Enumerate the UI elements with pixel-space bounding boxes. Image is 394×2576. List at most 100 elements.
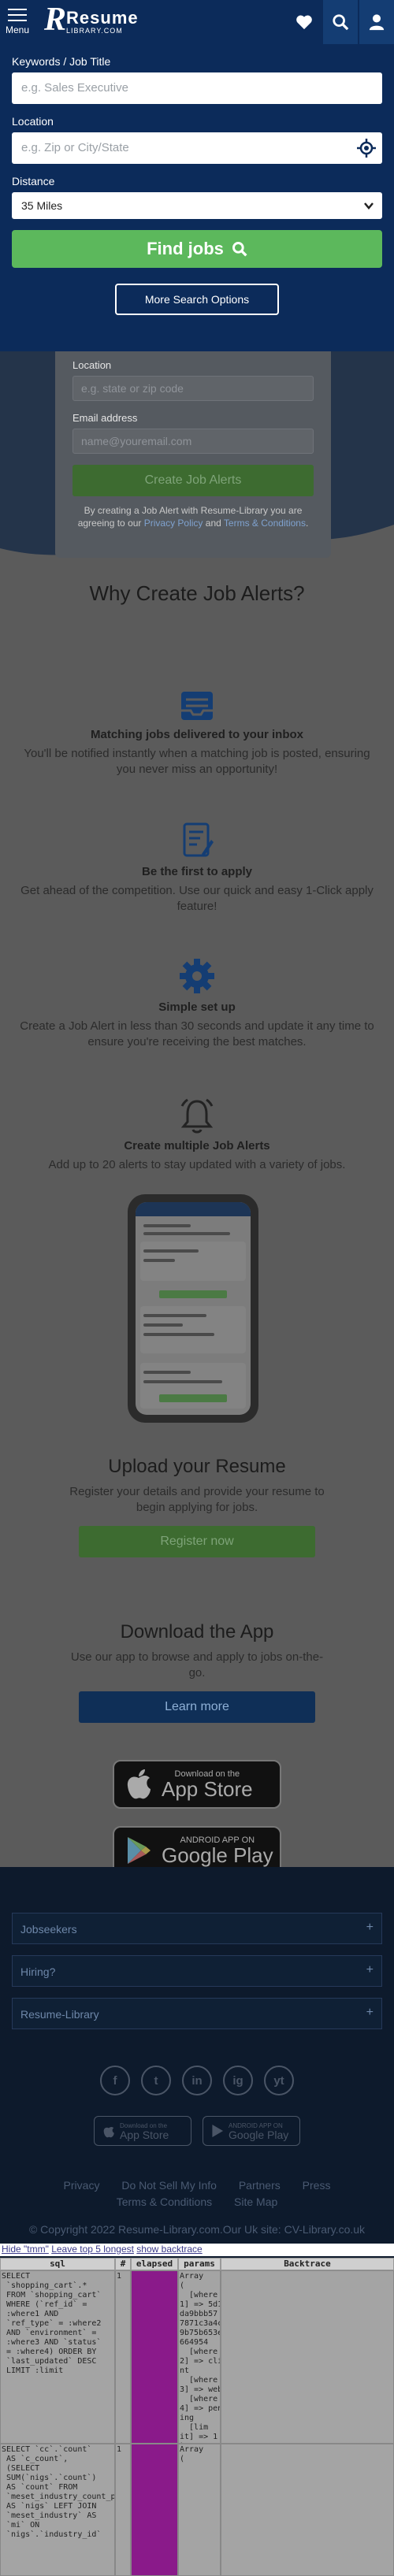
job-search-panel: Keywords / Job Title e.g. Sales Executiv… <box>0 44 394 351</box>
accordion-label: Hiring? <box>20 1965 56 1978</box>
row1-params: Array ( [where 1] => 5d1 da9bbb57 7871c3… <box>178 2270 221 2444</box>
accordion-label: Jobseekers <box>20 1923 77 1936</box>
row1-count: 1 <box>115 2270 131 2444</box>
social-links: f t in ig yt <box>0 2066 394 2095</box>
apple-icon <box>127 1769 151 1799</box>
bell-icon <box>180 1098 214 1134</box>
distance-label: Distance <box>12 175 55 187</box>
logo-main-text: Resume <box>66 8 139 28</box>
footer-appstore-big: App Store <box>120 2128 169 2141</box>
hamburger-icon <box>8 9 27 21</box>
upload-heading: Upload your Resume <box>108 1456 286 1477</box>
footer-app-store-badge[interactable]: Download on the App Store <box>94 2116 191 2146</box>
search-icon <box>333 14 349 31</box>
alert-location-input[interactable]: e.g. state or zip code <box>72 376 314 401</box>
row2-sql: SELECT `cc`.`count` AS `c_count`, (SELEC… <box>0 2444 115 2576</box>
google-play-icon <box>128 1837 151 1864</box>
press-link[interactable]: Press <box>303 2179 331 2192</box>
saved-jobs-button[interactable] <box>287 0 322 44</box>
locate-me-icon[interactable] <box>357 139 376 158</box>
alert-email-input[interactable]: name@youremail.com <box>72 429 314 454</box>
site-map-link[interactable]: Site Map <box>234 2196 277 2208</box>
apple-icon <box>103 2127 114 2138</box>
register-now-button[interactable]: Register now <box>79 1526 315 1557</box>
app-text: Use our app to browse and apply to jobs … <box>70 1650 324 1680</box>
feature-first-to-apply: Be the first to apply Get ahead of the c… <box>0 821 394 914</box>
youtube-icon[interactable]: yt <box>264 2066 294 2095</box>
debug-backtrace-link[interactable]: show backtrace <box>136 2244 202 2255</box>
menu-label: Menu <box>5 24 30 35</box>
why-section: Why Create Job Alerts? <box>0 564 394 606</box>
feature-simple-setup: Simple set up Create a Job Alert in less… <box>0 956 394 1049</box>
user-icon <box>369 14 385 31</box>
accordion-label: Resume-Library <box>20 2008 99 2021</box>
col-header-sql: sql <box>0 2258 115 2270</box>
document-edit-icon <box>183 822 214 857</box>
feature-description: You'll be notified instantly when a matc… <box>24 747 370 776</box>
account-button[interactable] <box>359 0 394 44</box>
alert-legal-text: By creating a Job Alert with Resume-Libr… <box>72 504 314 529</box>
create-job-alerts-button[interactable]: Create Job Alerts <box>72 465 314 496</box>
keywords-input[interactable]: e.g. Sales Executive <box>12 72 382 104</box>
menu-button[interactable]: Menu <box>0 0 35 44</box>
plus-icon: + <box>366 2006 374 2019</box>
logo-sub-text: LIBRARY.COM <box>66 27 123 35</box>
location-input[interactable]: e.g. Zip or City/State <box>12 132 382 164</box>
google-big-text: Google Play <box>162 1843 273 1867</box>
legal-line-1: By creating a Job Alert with Resume-Libr… <box>84 505 303 516</box>
app-store-badge[interactable]: Download on the App Store <box>0 1760 394 1809</box>
location-label: Location <box>12 115 54 128</box>
site-logo[interactable]: R Resume LIBRARY.COM <box>44 3 139 36</box>
debug-leave-link[interactable]: Leave top 5 longest <box>51 2244 134 2255</box>
more-search-options-button[interactable]: More Search Options <box>115 284 279 315</box>
legal-end: . <box>305 518 309 529</box>
search-icon <box>232 242 247 257</box>
feature-title: Matching jobs delivered to your inbox <box>90 728 304 741</box>
upload-resume-section: Upload your Resume Register your details… <box>0 1456 394 1557</box>
instagram-icon[interactable]: ig <box>223 2066 253 2095</box>
footer-accordion-resume-library[interactable]: Resume-Library + <box>12 1998 382 2029</box>
debug-sql-table: sql # elapsed params Backtrace SELECT `s… <box>0 2258 394 2576</box>
plus-icon: + <box>366 1963 374 1977</box>
debug-toolbar: Hide "tmm" Leave top 5 longest show back… <box>0 2244 394 2256</box>
find-jobs-button[interactable]: Find jobs <box>12 230 382 268</box>
distance-select[interactable]: 35 Miles <box>12 192 382 219</box>
google-play-icon <box>212 2125 224 2137</box>
inbox-icon <box>181 692 213 720</box>
partners-link[interactable]: Partners <box>239 2179 281 2192</box>
legal-line-2: agreeing to our <box>77 518 144 529</box>
terms-link[interactable]: Terms & Conditions <box>224 518 306 529</box>
phone-screen <box>136 1202 251 1415</box>
feature-multiple-alerts: Create multiple Job Alerts Add up to 20 … <box>0 1097 394 1173</box>
location-placeholder: e.g. Zip or City/State <box>21 141 129 154</box>
do-not-sell-link[interactable]: Do Not Sell My Info <box>121 2179 217 2192</box>
footer-google-big: Google Play <box>229 2128 289 2141</box>
gear-icon <box>180 959 214 993</box>
why-heading: Why Create Job Alerts? <box>89 581 305 605</box>
privacy-link[interactable]: Privacy <box>64 2179 100 2192</box>
feature-description: Add up to 20 alerts to stay updated with… <box>48 1158 346 1171</box>
feature-description: Create a Job Alert in less than 30 secon… <box>20 1019 374 1049</box>
search-toggle-button[interactable] <box>323 0 358 44</box>
copyright-text: © Copyright 2022 Resume-Library.com.Our … <box>28 2223 366 2236</box>
twitter-icon[interactable]: t <box>141 2066 171 2095</box>
facebook-icon[interactable]: f <box>100 2066 130 2095</box>
site-footer: Jobseekers + Hiring? + Resume-Library + f t… <box>0 1867 394 2261</box>
footer-google-play-badge[interactable]: ANDROID APP ON Google Play <box>203 2116 300 2146</box>
col-header-elapsed: elapsed <box>131 2258 178 2270</box>
app-heading: Download the App <box>120 1621 274 1642</box>
footer-accordion-hiring[interactable]: Hiring? + <box>12 1955 382 1987</box>
terms-conditions-link[interactable]: Terms & Conditions <box>117 2196 212 2208</box>
linkedin-icon[interactable]: in <box>182 2066 212 2095</box>
legal-and: and <box>203 518 224 529</box>
footer-accordion-jobseekers[interactable]: Jobseekers + <box>12 1913 382 1944</box>
alert-location-label: Location <box>72 359 112 371</box>
job-alert-form: Location e.g. state or zip code Email ad… <box>55 351 331 558</box>
alert-form-section: Location e.g. state or zip code Email ad… <box>0 351 394 564</box>
debug-hide-link[interactable]: Hide "tmm" <box>2 2244 49 2255</box>
chevron-down-icon <box>364 202 374 210</box>
upload-text: Register your details and provide your r… <box>69 1485 325 1514</box>
download-app-section: Download the App Use our app to browse a… <box>0 1621 394 1723</box>
learn-more-button[interactable]: Learn more <box>79 1691 315 1723</box>
privacy-policy-link[interactable]: Privacy Policy <box>144 518 203 529</box>
